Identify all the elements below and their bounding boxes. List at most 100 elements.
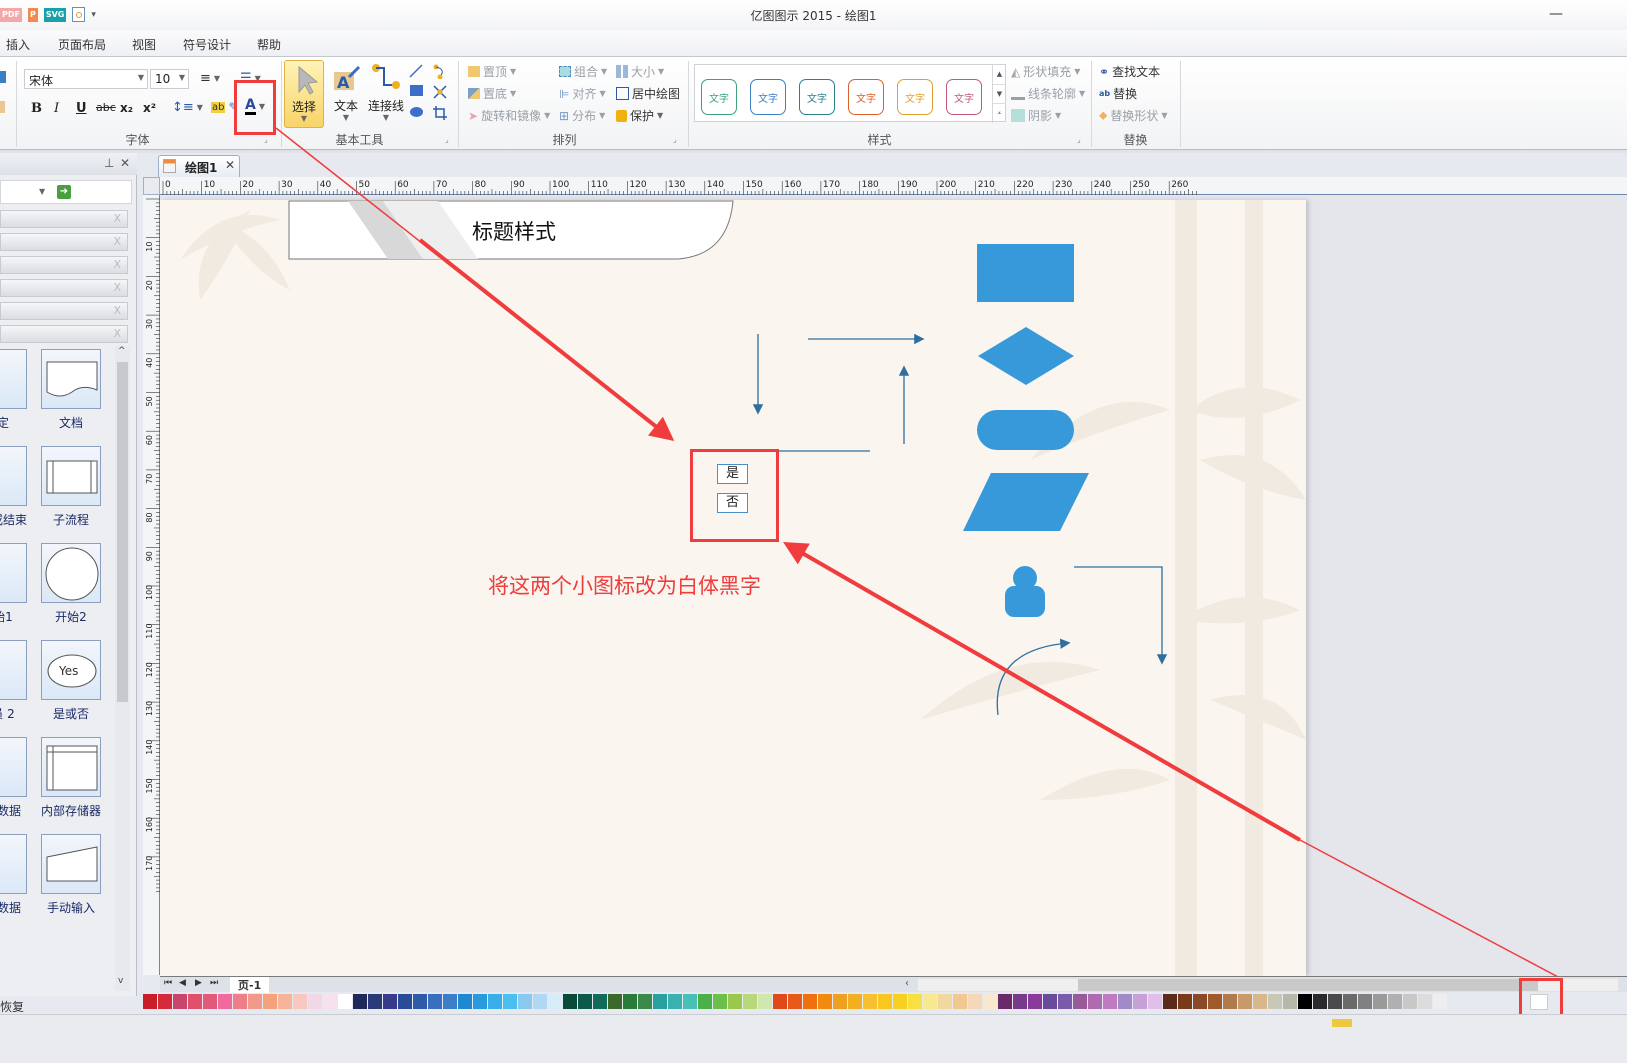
style-swatch[interactable]: 文字 [701, 79, 737, 115]
dialog-launcher-icon[interactable]: ⌟ [264, 135, 268, 144]
palette-color-swatch[interactable] [413, 994, 427, 1009]
library-category-bar[interactable]: X [0, 279, 128, 297]
palette-color-swatch[interactable] [1148, 994, 1162, 1009]
palette-color-swatch[interactable] [293, 994, 307, 1009]
find-text-button[interactable]: ⚭ 查找文本 [1099, 63, 1160, 80]
palette-color-swatch[interactable] [368, 994, 382, 1009]
palette-color-swatch[interactable] [503, 994, 517, 1009]
palette-color-swatch[interactable] [1193, 994, 1207, 1009]
palette-color-swatch[interactable] [1073, 994, 1087, 1009]
palette-color-swatch[interactable] [1268, 994, 1282, 1009]
library-shape-tile[interactable] [0, 834, 27, 894]
palette-color-swatch[interactable] [173, 994, 187, 1009]
palette-color-swatch[interactable] [683, 994, 697, 1009]
palette-color-swatch[interactable] [1223, 994, 1237, 1009]
center-drawing-button[interactable]: 居中绘图 [616, 85, 680, 102]
library-category-bar[interactable]: X [0, 210, 128, 228]
palette-color-swatch[interactable] [1343, 994, 1357, 1009]
palette-color-swatch[interactable] [803, 994, 817, 1009]
pin-icon[interactable]: ⊥ [104, 156, 114, 170]
palette-color-swatch[interactable] [1163, 994, 1177, 1009]
palette-color-swatch[interactable] [833, 994, 847, 1009]
library-category-bar[interactable]: X [0, 325, 128, 343]
send-to-back-button[interactable]: 置底 ▼ [468, 85, 516, 102]
minimize-button[interactable]: — [1549, 6, 1563, 22]
format-painter-icon[interactable] [0, 101, 5, 113]
palette-color-swatch[interactable] [233, 994, 247, 1009]
palette-color-swatch[interactable] [1058, 994, 1072, 1009]
library-shape-tile[interactable]: Yes [41, 640, 101, 700]
italic-button[interactable]: I [54, 101, 59, 116]
data-parallelogram-shape[interactable] [962, 472, 1090, 532]
clipboard-icon[interactable] [0, 71, 6, 83]
palette-color-swatch[interactable] [788, 994, 802, 1009]
page-tab[interactable]: 页-1 [230, 977, 270, 993]
distribute-button[interactable]: ⊞ 分布 ▼ [559, 107, 605, 124]
palette-color-swatch[interactable] [158, 994, 172, 1009]
canvas-area[interactable]: 标题样式 是 否 [160, 196, 1627, 976]
horizontal-scrollbar[interactable] [918, 979, 1618, 991]
palette-color-swatch[interactable] [893, 994, 907, 1009]
menu-page-layout[interactable]: 页面布局 [58, 36, 106, 53]
palette-color-swatch[interactable] [278, 994, 292, 1009]
menu-insert[interactable]: 插入 [6, 36, 30, 53]
library-category-bar[interactable]: X [0, 233, 128, 251]
palette-color-swatch[interactable] [953, 994, 967, 1009]
replace-button[interactable]: ab 替换 [1099, 85, 1137, 102]
scrollbar-thumb[interactable] [117, 362, 128, 702]
prev-page-icon[interactable]: ◀ [179, 978, 186, 988]
palette-color-swatch[interactable] [1133, 994, 1147, 1009]
strikethrough-button[interactable]: abc [96, 101, 116, 114]
palette-color-swatch[interactable] [443, 994, 457, 1009]
dialog-launcher-icon[interactable]: ⌟ [673, 135, 677, 144]
library-search-combo[interactable]: ▼ ➜ [0, 180, 132, 204]
subscript-button[interactable]: x₂ [120, 101, 133, 115]
line-spacing-button[interactable]: ↕≡ ▼ [172, 100, 203, 115]
library-shape-tile[interactable] [41, 543, 101, 603]
dialog-launcher-icon[interactable]: ⌟ [1077, 135, 1081, 144]
group-button[interactable]: 组合 ▼ [559, 63, 607, 80]
scroll-up-icon[interactable]: ^ [118, 346, 126, 356]
palette-color-swatch[interactable] [428, 994, 442, 1009]
palette-color-swatch[interactable] [1298, 994, 1312, 1009]
library-shape-tile[interactable] [41, 737, 101, 797]
style-swatch[interactable]: 文字 [897, 79, 933, 115]
scroll-down-icon[interactable]: ▼ [993, 84, 1006, 103]
style-swatch[interactable]: 文字 [946, 79, 982, 115]
palette-color-swatch[interactable] [983, 994, 997, 1009]
gallery-scroll[interactable]: ▲ ▼ ⩡ [992, 65, 1006, 123]
decision-diamond-shape[interactable] [977, 326, 1075, 386]
palette-color-swatch[interactable] [653, 994, 667, 1009]
palette-color-swatch[interactable] [698, 994, 712, 1009]
person-shape[interactable] [1004, 566, 1046, 618]
palette-color-swatch[interactable] [548, 994, 562, 1009]
palette-color-swatch[interactable] [1253, 994, 1267, 1009]
palette-color-swatch[interactable] [518, 994, 532, 1009]
bold-button[interactable]: B [31, 101, 42, 116]
palette-color-swatch[interactable] [1373, 994, 1387, 1009]
scroll-down-icon[interactable]: v [118, 976, 123, 986]
palette-color-swatch[interactable] [473, 994, 487, 1009]
library-scrollbar[interactable]: ^ v [115, 346, 130, 991]
close-category-icon[interactable]: X [113, 327, 121, 340]
palette-color-swatch[interactable] [1283, 994, 1297, 1009]
bring-to-front-button[interactable]: 置顶 ▼ [468, 63, 516, 80]
palette-color-swatch[interactable] [713, 994, 727, 1009]
palette-color-swatch[interactable] [398, 994, 412, 1009]
palette-color-swatch[interactable] [218, 994, 232, 1009]
ellipse-tool-icon[interactable] [410, 107, 423, 117]
dialog-launcher-icon[interactable]: ⌟ [445, 135, 449, 144]
terminator-shape[interactable] [977, 410, 1074, 450]
palette-color-swatch[interactable] [143, 994, 157, 1009]
process-rectangle-shape[interactable] [977, 244, 1074, 302]
underline-button[interactable]: U [76, 101, 87, 116]
crop-tool-icon[interactable] [432, 105, 448, 121]
palette-color-swatch[interactable] [1013, 994, 1027, 1009]
close-tab-icon[interactable]: ✕ [225, 158, 235, 172]
palette-color-swatch[interactable] [1403, 994, 1417, 1009]
palette-color-swatch[interactable] [998, 994, 1012, 1009]
shadow-button[interactable]: 阴影 ▼ [1011, 107, 1061, 124]
library-category-bar[interactable]: X [0, 302, 128, 320]
palette-color-swatch[interactable] [1043, 994, 1057, 1009]
palette-color-swatch[interactable] [1238, 994, 1252, 1009]
